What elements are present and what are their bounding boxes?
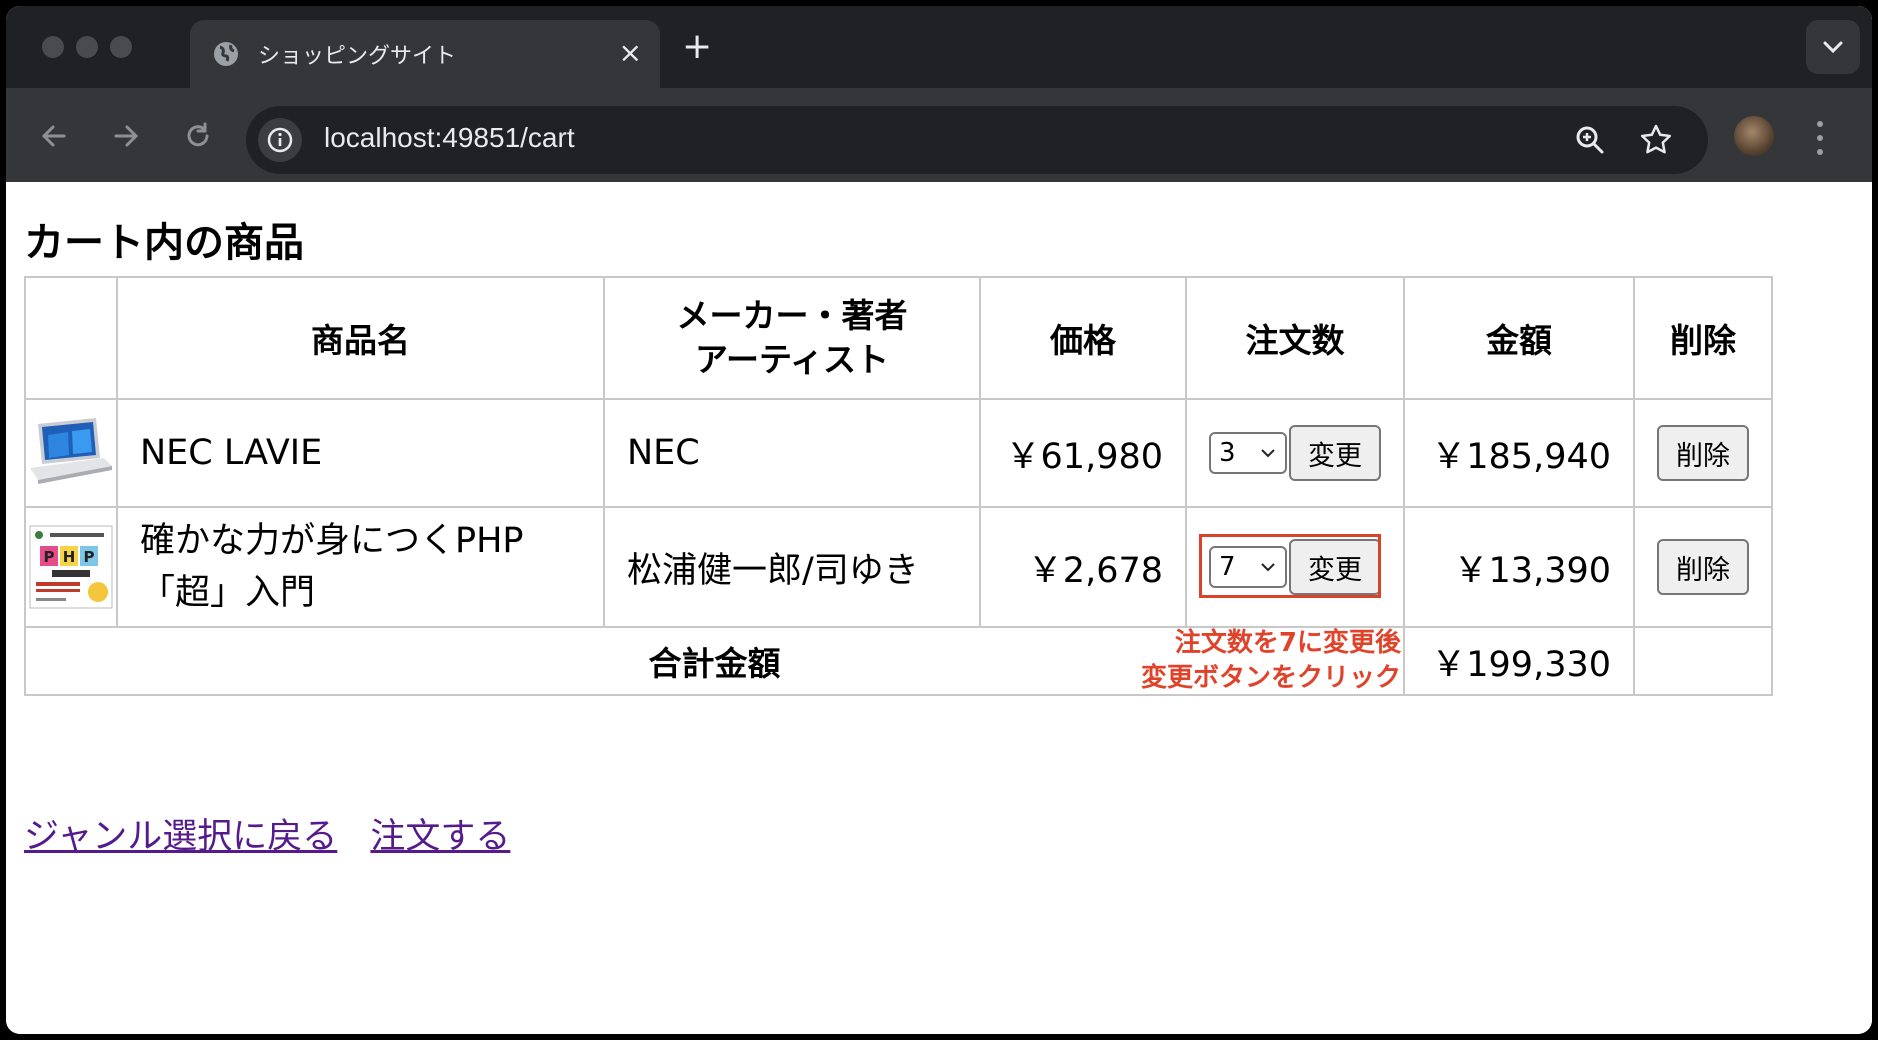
- tab-shopping-site[interactable]: ショッピングサイト ×: [190, 20, 660, 88]
- annotation-line2: 変更ボタンをクリック: [1140, 663, 1401, 693]
- product-name-cell: NEC LAVIE: [116, 398, 605, 508]
- chevron-down-icon: [1261, 449, 1275, 458]
- product-name-cell: 確かな力が身につくPHP 「超」入門: [116, 506, 605, 628]
- tab-strip: ショッピングサイト × +: [6, 6, 1872, 88]
- header-quantity: 注文数: [1185, 276, 1405, 400]
- header-delete: 削除: [1633, 276, 1773, 400]
- svg-text:H: H: [63, 548, 76, 566]
- delete-button[interactable]: 削除: [1657, 425, 1749, 481]
- delete-cell: 削除: [1633, 506, 1773, 628]
- quantity-cell: 3 変更: [1185, 398, 1405, 508]
- total-label: 合計金額: [648, 644, 781, 683]
- chevron-down-icon: [1261, 563, 1275, 572]
- amount-cell: ￥13,390: [1403, 506, 1635, 628]
- reload-icon[interactable]: [180, 118, 216, 154]
- header-product-name: 商品名: [116, 276, 605, 400]
- product-image-cell: P H P: [24, 506, 118, 628]
- profile-avatar[interactable]: [1734, 116, 1774, 156]
- cart-table: 商品名 メーカー・著者 アーティスト 価格 注文数 金額 削除 NEC LAVI…: [24, 276, 1773, 696]
- page-content: カート内の商品 商品名 メーカー・著者 アーティスト 価格 注文数 金額 削除: [6, 182, 1872, 1034]
- header-maker: メーカー・著者 アーティスト: [603, 276, 981, 400]
- minimize-window-button[interactable]: [76, 36, 98, 58]
- laptop-thumbnail: [30, 418, 112, 484]
- update-button[interactable]: 変更: [1289, 425, 1381, 481]
- svg-text:P: P: [84, 548, 95, 566]
- product-name: NEC LAVIE: [140, 433, 323, 473]
- total-row: 合計金額 注文数を7に変更後 変更ボタンをクリック ￥199,330: [24, 626, 1773, 696]
- product-name: 確かな力が身につくPHP: [140, 521, 524, 561]
- price-cell: ￥61,980: [979, 398, 1187, 508]
- table-row: NEC LAVIE NEC ￥61,980 3 変更 ￥185,940 削除: [24, 398, 1773, 508]
- bookmark-star-icon[interactable]: [1638, 122, 1674, 158]
- quantity-cell: 7 変更: [1185, 506, 1405, 628]
- quantity-value: 3: [1219, 438, 1236, 468]
- quantity-select[interactable]: 7: [1209, 546, 1287, 588]
- site-info-button[interactable]: [258, 118, 302, 162]
- delete-cell: 削除: [1633, 398, 1773, 508]
- quantity-select[interactable]: 3: [1209, 432, 1287, 474]
- maker-cell: NEC: [603, 398, 981, 508]
- header-amount: 金額: [1403, 276, 1635, 400]
- new-tab-button[interactable]: +: [682, 29, 712, 65]
- amount-cell: ￥185,940: [1403, 398, 1635, 508]
- close-window-button[interactable]: [42, 36, 64, 58]
- product-image-cell: [24, 398, 118, 508]
- tab-search-button[interactable]: [1806, 20, 1860, 74]
- update-button[interactable]: 変更: [1289, 539, 1381, 595]
- maximize-window-button[interactable]: [110, 36, 132, 58]
- header-image: [24, 276, 118, 400]
- header-maker-line1: メーカー・著者: [676, 296, 908, 335]
- quantity-value: 7: [1219, 552, 1236, 582]
- chevron-down-icon: [1823, 41, 1843, 54]
- total-empty-cell: [1633, 626, 1773, 696]
- browser-window: ショッピングサイト × + localhost:49851/cart カート内の…: [6, 6, 1872, 1034]
- kebab-menu-icon[interactable]: [1814, 118, 1826, 158]
- url-text: localhost:49851/cart: [324, 122, 575, 153]
- maker-cell: 松浦健一郎/司ゆき: [603, 506, 981, 628]
- page-title: カート内の商品: [24, 220, 304, 266]
- delete-button[interactable]: 削除: [1657, 539, 1749, 595]
- price-cell: ￥2,678: [979, 506, 1187, 628]
- header-maker-line2: アーティスト: [694, 340, 890, 379]
- total-label-cell: 合計金額 注文数を7に変更後 変更ボタンをクリック: [24, 626, 1405, 696]
- site-info-icon: [267, 127, 293, 153]
- close-tab-icon[interactable]: ×: [619, 36, 642, 70]
- globe-icon: [214, 42, 238, 66]
- annotation-callout: 注文数を7に変更後 変更ボタンをクリック: [1141, 626, 1401, 696]
- annotation-line1: 注文数を7に変更後: [1174, 628, 1401, 658]
- back-arrow-icon[interactable]: [36, 118, 72, 154]
- total-amount-cell: ￥199,330: [1403, 626, 1635, 696]
- back-to-genre-link[interactable]: ジャンル選択に戻る: [24, 817, 337, 857]
- browser-toolbar: localhost:49851/cart: [6, 88, 1872, 188]
- svg-text:P: P: [44, 548, 55, 566]
- product-name-continued: 「超」入門: [140, 573, 316, 613]
- table-header-row: 商品名 メーカー・著者 アーティスト 価格 注文数 金額 削除: [24, 276, 1773, 400]
- header-price: 価格: [979, 276, 1187, 400]
- page-links: ジャンル選択に戻る 注文する: [24, 808, 532, 859]
- php-book-thumbnail: P H P: [29, 525, 113, 609]
- place-order-link[interactable]: 注文する: [370, 817, 510, 857]
- forward-arrow-icon[interactable]: [108, 118, 144, 154]
- tab-title: ショッピングサイト: [258, 44, 457, 69]
- table-row: P H P 確かな力が身につくPHP 「超」入門 松浦健一郎/司ゆき ￥2,67…: [24, 506, 1773, 628]
- address-bar[interactable]: localhost:49851/cart: [246, 106, 1708, 174]
- zoom-icon[interactable]: [1572, 122, 1608, 158]
